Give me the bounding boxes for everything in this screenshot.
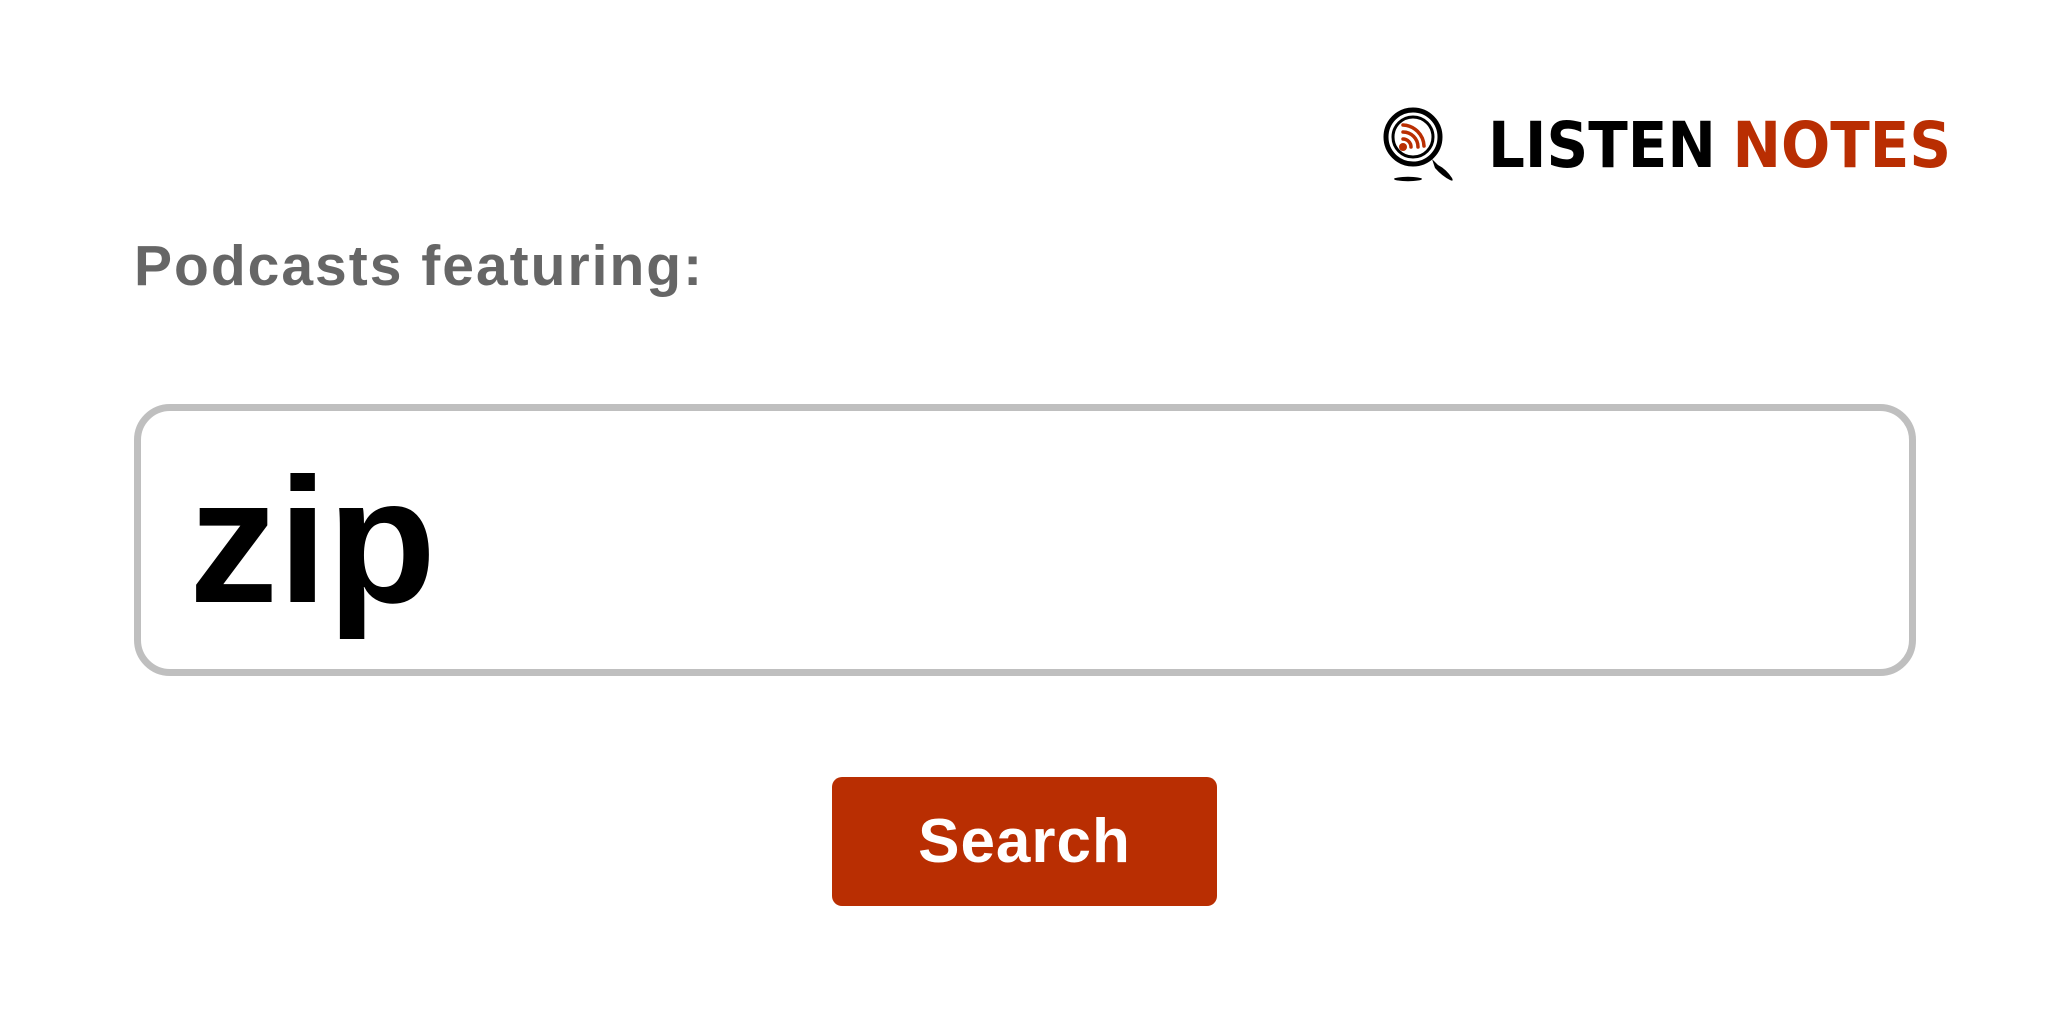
logo-word-notes: NOTES <box>1732 108 1952 182</box>
search-input[interactable] <box>141 411 1909 669</box>
page-heading: Podcasts featuring: <box>134 234 705 298</box>
magnifier-podcast-icon <box>1383 107 1453 182</box>
search-box[interactable] <box>134 404 1916 676</box>
logo-word-listen: LISTEN <box>1488 108 1716 182</box>
logo-wordmark: LISTEN NOTES <box>1488 114 1951 177</box>
listen-notes-logo[interactable]: LISTEN NOTES <box>1380 105 1991 185</box>
search-button[interactable]: Search <box>832 777 1217 906</box>
